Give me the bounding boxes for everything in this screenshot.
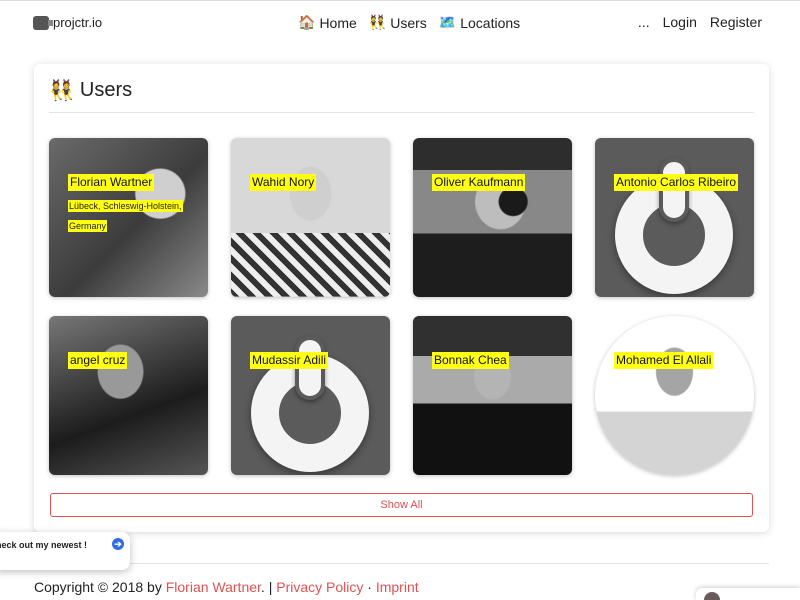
default-avatar bbox=[231, 316, 390, 475]
main-nav: 🏠 Home 👯 Users 🗺️ Locations bbox=[298, 14, 520, 31]
default-avatar bbox=[595, 138, 754, 297]
footer-separator: · bbox=[363, 579, 376, 595]
login-link[interactable]: Login bbox=[663, 14, 697, 30]
copyright-text: Copyright © 2018 by bbox=[34, 579, 166, 595]
user-name: Mudassir Adili bbox=[250, 352, 329, 369]
user-avatar bbox=[231, 138, 390, 297]
user-name: Mohamed El Allali bbox=[614, 352, 714, 369]
user-tile-oliver-kaufmann[interactable]: Oliver Kaufmann bbox=[413, 138, 572, 297]
nav-users[interactable]: 👯 Users bbox=[369, 14, 427, 31]
promo-popup[interactable]: heck out my newest ! ➔ bbox=[0, 532, 130, 570]
nav-users-label: Users bbox=[390, 14, 427, 31]
user-avatar bbox=[49, 316, 208, 475]
user-name: Wahid Nory bbox=[250, 174, 317, 191]
brand-link[interactable]: projctr.io bbox=[33, 15, 102, 30]
divider bbox=[49, 112, 754, 113]
projector-icon bbox=[33, 15, 53, 30]
footer: Copyright © 2018 by Florian Wartner. | P… bbox=[34, 579, 419, 595]
user-tile-mudassir-adili[interactable]: Mudassir Adili bbox=[231, 316, 390, 475]
footer-separator: . | bbox=[260, 579, 277, 595]
user-name: Bonnak Chea bbox=[432, 352, 509, 369]
author-link[interactable]: Florian Wartner bbox=[166, 579, 261, 595]
nav-home-label: Home bbox=[319, 14, 357, 31]
map-icon: 🗺️ bbox=[438, 14, 457, 30]
privacy-policy-link[interactable]: Privacy Policy bbox=[276, 579, 363, 595]
users-title: Users bbox=[79, 79, 133, 101]
more-menu[interactable]: ... bbox=[638, 14, 650, 30]
imprint-link[interactable]: Imprint bbox=[376, 579, 419, 595]
house-icon: 🏠 bbox=[298, 14, 316, 30]
users-grid: Florian Wartner Lübeck, Schleswig-Holste… bbox=[49, 138, 754, 475]
nav-locations-label: Locations bbox=[460, 14, 521, 31]
user-name: Antonio Carlos Ribeiro bbox=[614, 174, 739, 191]
chat-widget[interactable] bbox=[696, 588, 800, 600]
user-tile-bonnak-chea[interactable]: Bonnak Chea bbox=[413, 316, 572, 475]
user-tile-wahid-nory[interactable]: Wahid Nory bbox=[231, 138, 390, 297]
nav-locations[interactable]: 🗺️ Locations bbox=[439, 14, 520, 31]
user-tile-antonio-carlos-ribeiro[interactable]: Antonio Carlos Ribeiro bbox=[595, 138, 754, 297]
avatar bbox=[704, 592, 720, 600]
user-tile-florian-wartner[interactable]: Florian Wartner Lübeck, Schleswig-Holste… bbox=[49, 138, 208, 297]
top-navbar: projctr.io 🏠 Home 👯 Users 🗺️ Locations .… bbox=[0, 4, 800, 42]
brand-name: projctr.io bbox=[53, 15, 103, 30]
register-link[interactable]: Register bbox=[710, 14, 762, 30]
user-location-text: Lübeck, Schleswig-Holstein, Germany bbox=[68, 200, 183, 232]
dancers-icon: 👯 bbox=[368, 14, 387, 30]
user-name: angel cruz bbox=[68, 352, 128, 369]
dancers-icon: 👯 bbox=[49, 80, 74, 102]
user-location: Lübeck, Schleswig-Holstein, Germany bbox=[68, 196, 190, 236]
user-name: Florian Wartner bbox=[68, 174, 155, 191]
user-tile-mohamed-el-allali[interactable]: Mohamed El Allali bbox=[595, 316, 754, 475]
account-nav: ... Login Register bbox=[638, 14, 762, 30]
user-name: Oliver Kaufmann bbox=[432, 174, 526, 191]
show-all-button[interactable]: Show All bbox=[50, 493, 753, 517]
arrow-right-icon[interactable]: ➔ bbox=[112, 538, 124, 550]
users-heading: 👯 Users bbox=[49, 78, 132, 103]
user-avatar bbox=[595, 316, 754, 475]
footer-divider bbox=[34, 563, 769, 564]
users-card: 👯 Users Florian Wartner Lübeck, Schleswi… bbox=[34, 64, 769, 532]
user-avatar bbox=[413, 316, 572, 475]
promo-text: heck out my newest ! bbox=[0, 540, 88, 550]
user-tile-angel-cruz[interactable]: angel cruz bbox=[49, 316, 208, 475]
user-avatar bbox=[413, 138, 572, 297]
nav-home[interactable]: 🏠 Home bbox=[298, 14, 357, 31]
